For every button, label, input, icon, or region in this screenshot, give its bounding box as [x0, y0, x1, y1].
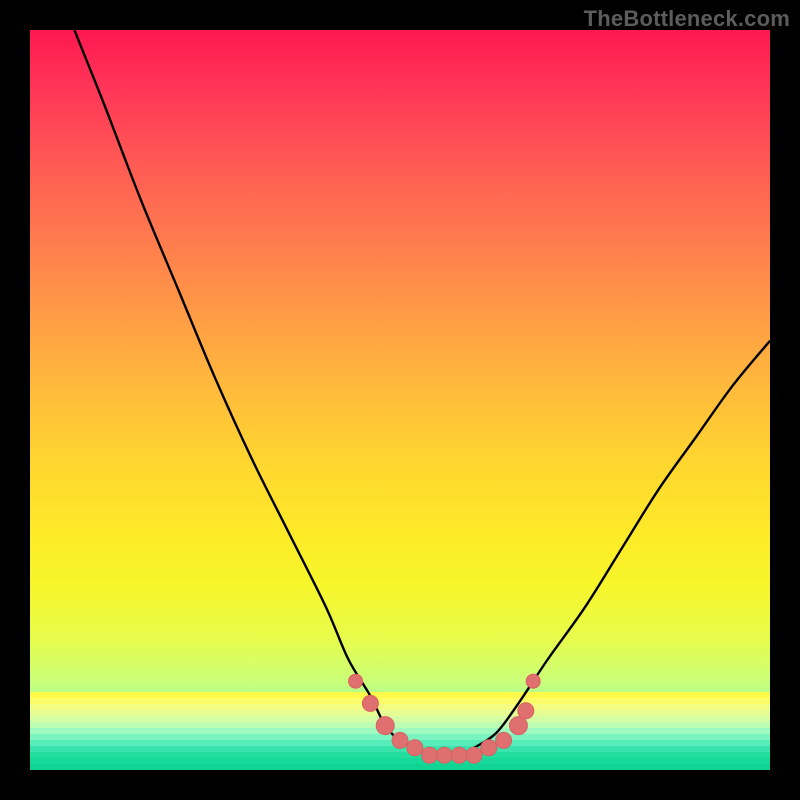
gradient-plot-area — [30, 30, 770, 770]
watermark-text: TheBottleneck.com — [584, 6, 790, 32]
outer-frame: TheBottleneck.com — [0, 0, 800, 800]
curve-layer — [30, 30, 770, 770]
sweet-spot-bead — [392, 732, 408, 748]
sweet-spot-bead — [407, 740, 423, 756]
sweet-spot-bead — [518, 703, 534, 719]
sweet-spot-markers — [349, 674, 541, 763]
sweet-spot-bead — [451, 747, 467, 763]
sweet-spot-bead — [481, 740, 497, 756]
bottleneck-curve-path — [74, 30, 770, 756]
sweet-spot-bead — [466, 747, 482, 763]
sweet-spot-bead — [349, 674, 363, 688]
sweet-spot-bead — [509, 717, 527, 735]
sweet-spot-bead — [436, 747, 452, 763]
sweet-spot-bead — [526, 674, 540, 688]
sweet-spot-bead — [496, 732, 512, 748]
sweet-spot-bead — [422, 747, 438, 763]
sweet-spot-bead — [362, 695, 378, 711]
sweet-spot-bead — [376, 717, 394, 735]
